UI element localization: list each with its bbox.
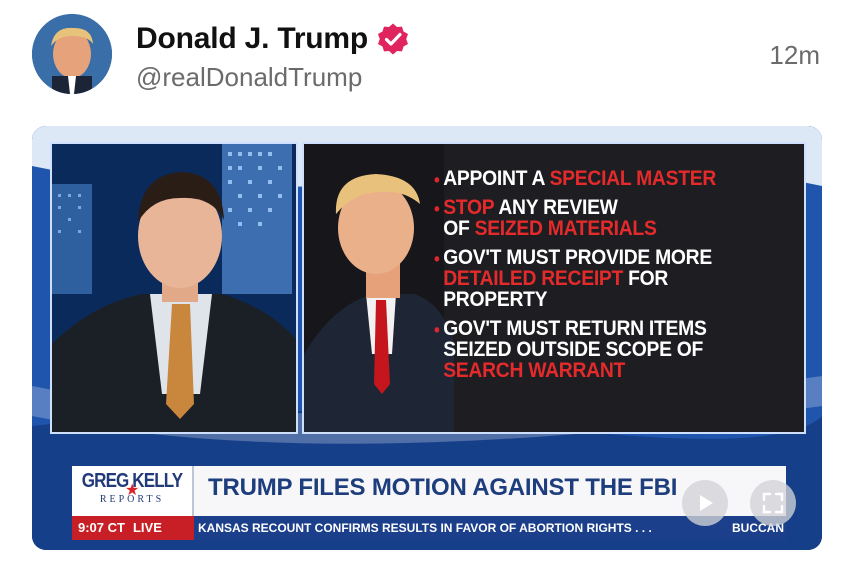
bullet-text: GOV'T MUST PROVIDE MORE — [443, 246, 712, 269]
ticker-text: KANSAS RECOUNT CONFIRMS RESULTS IN FAVOR… — [198, 521, 652, 535]
broadcast-clock: 9:07 CT LIVE — [72, 516, 194, 540]
bullet-text: OF — [443, 217, 475, 240]
user-handle[interactable]: @realDonaldTrump — [136, 62, 362, 93]
bullet-text: SEIZED OUTSIDE SCOPE OF — [443, 338, 704, 361]
bullet-line: SEIZED OUTSIDE SCOPE OF — [443, 339, 774, 360]
bullet-dot-icon: • — [434, 170, 440, 190]
bullet-line: SEARCH WARRANT — [443, 360, 774, 381]
post-timestamp: 12m — [769, 40, 820, 70]
display-name[interactable]: Donald J. Trump — [136, 22, 368, 56]
bullet-highlight-text: SPECIAL MASTER — [549, 167, 717, 190]
bullet-text: ANY REVIEW — [494, 196, 618, 219]
show-logo: GREG KELLY REPORTS ★ — [72, 466, 194, 516]
graphic-bullet-item: • GOV'T MUST PROVIDE MORE DETAILED RECEIPT… — [434, 247, 774, 310]
bullet-line: STOP ANY REVIEW — [443, 197, 774, 218]
bullet-highlight-text: DETAILED RECEIPT — [443, 267, 624, 290]
fullscreen-icon — [762, 492, 784, 514]
graphic-bullet-list: • APPOINT A SPECIAL MASTER • STOP ANY REVIE… — [434, 168, 804, 389]
live-label: LIVE — [132, 520, 162, 535]
profile-avatar[interactable] — [32, 14, 112, 94]
bullet-dot-icon: • — [434, 199, 440, 219]
bullet-highlight-text: STOP — [443, 196, 495, 219]
bullet-line: GOV'T MUST PROVIDE MORE — [443, 247, 774, 268]
play-icon — [700, 495, 713, 511]
bullet-line: GOV'T MUST RETURN ITEMS — [443, 318, 774, 339]
video-player[interactable]: • APPOINT A SPECIAL MASTER • STOP ANY REVIE… — [32, 126, 822, 550]
star-icon: ★ — [125, 482, 140, 499]
bullet-text: APPOINT A — [443, 167, 550, 190]
bullet-highlight-text: SEIZED MATERIALS — [474, 217, 657, 240]
fullscreen-button[interactable] — [750, 480, 796, 526]
graphic-bullet-item: • STOP ANY REVIEW OF SEIZED MATERIALS — [434, 197, 774, 239]
motion-graphic-panel: • APPOINT A SPECIAL MASTER • STOP ANY REVIE… — [302, 142, 806, 434]
bullet-dot-icon: • — [434, 320, 440, 340]
bullet-highlight-text: SEARCH WARRANT — [443, 359, 626, 382]
chyron-headline: TRUMP FILES MOTION AGAINST THE FBI — [208, 474, 678, 501]
graphic-bullet-item: • APPOINT A SPECIAL MASTER — [434, 168, 774, 190]
bullet-line: OF SEIZED MATERIALS — [443, 218, 774, 239]
graphic-bullet-item: • GOV'T MUST RETURN ITEMS SEIZED OUTSIDE S… — [434, 318, 774, 381]
bullet-line: APPOINT A SPECIAL MASTER — [443, 168, 774, 189]
anchor-video-panel — [50, 142, 298, 434]
bullet-dot-icon: • — [434, 249, 440, 269]
clock-time: 9:07 CT — [78, 520, 125, 535]
bullet-text: GOV'T MUST RETURN ITEMS — [443, 317, 707, 340]
play-button[interactable] — [682, 480, 728, 526]
verified-badge-icon — [378, 23, 409, 55]
bullet-line: DETAILED RECEIPT FOR PROPERTY — [443, 268, 774, 310]
